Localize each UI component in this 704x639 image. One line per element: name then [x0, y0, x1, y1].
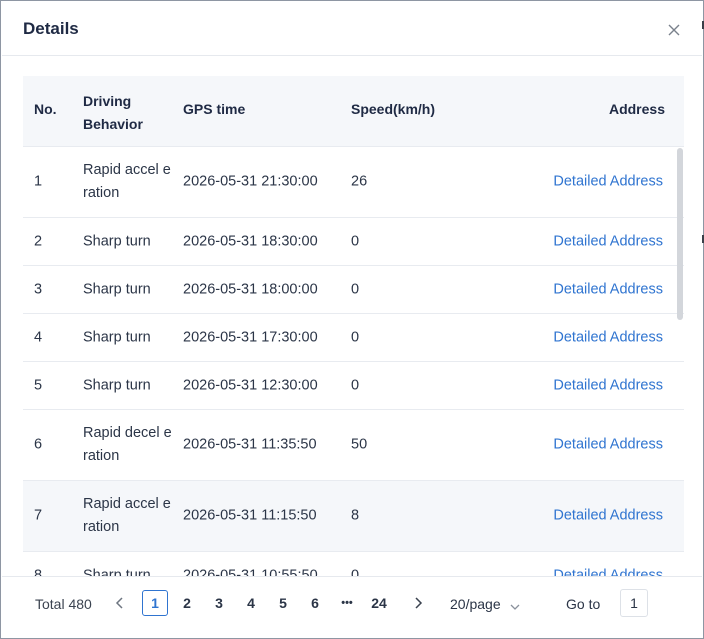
column-header-no: No.: [34, 101, 57, 117]
detailed-address-link[interactable]: Detailed Address: [553, 434, 663, 457]
cell-gps-time: 2026-05-31 10:55:50: [183, 567, 318, 576]
window-frame: Details No. Driving Behavior GPS time Sp…: [0, 0, 704, 639]
page-button-4[interactable]: 4: [238, 590, 264, 616]
column-header-address: Address: [608, 101, 665, 117]
table-row: 7 Rapid accel eration 2026-05-31 11:15:5…: [23, 481, 684, 552]
cell-speed: 0: [351, 329, 360, 345]
total-count: Total 480: [35, 596, 92, 612]
table-row: 8 Sharp turn 2026-05-31 10:55:50 0 Detai…: [23, 552, 684, 576]
detailed-address-link[interactable]: Detailed Address: [553, 374, 663, 397]
details-dialog: Details No. Driving Behavior GPS time Sp…: [2, 2, 702, 638]
cell-behavior: Sharp turn: [83, 281, 151, 297]
column-header-gps-time: GPS time: [183, 101, 246, 117]
chevron-left-icon[interactable]: [111, 594, 129, 612]
cell-behavior: Rapid accel eration: [83, 162, 171, 201]
detailed-address-link[interactable]: Detailed Address: [553, 564, 663, 576]
cell-no: 5: [34, 377, 43, 393]
cell-gps-time: 2026-05-31 18:00:00: [183, 281, 318, 297]
close-icon[interactable]: [666, 22, 682, 38]
detailed-address-link[interactable]: Detailed Address: [553, 230, 663, 253]
detailed-address-link[interactable]: Detailed Address: [553, 278, 663, 301]
detailed-address-link[interactable]: Detailed Address: [553, 171, 663, 194]
cell-gps-time: 2026-05-31 12:30:00: [183, 377, 318, 393]
cell-gps-time: 2026-05-31 11:35:50: [183, 436, 317, 453]
chevron-right-icon[interactable]: [409, 594, 427, 612]
table-scrollbar[interactable]: [677, 148, 683, 576]
page-button-24[interactable]: 24: [366, 590, 392, 616]
cell-gps-time: 2026-05-31 21:30:00: [183, 173, 318, 190]
cell-behavior: Sharp turn: [83, 329, 151, 345]
cell-no: 1: [34, 173, 43, 190]
dialog-title: Details: [23, 19, 79, 38]
page-size-select[interactable]: 20/page: [450, 596, 501, 612]
page-button-2[interactable]: 2: [174, 590, 200, 616]
cell-no: 7: [34, 507, 43, 524]
page-button-3[interactable]: 3: [206, 590, 232, 616]
cell-gps-time: 2026-05-31 18:30:00: [183, 233, 318, 249]
column-header-behavior: Driving Behavior: [83, 93, 143, 132]
cell-speed: 0: [351, 281, 360, 297]
table-header: No. Driving Behavior GPS time Speed(km/h…: [23, 76, 684, 147]
cell-speed: 50: [351, 436, 368, 453]
page-ellipsis[interactable]: •••: [334, 590, 360, 616]
table-body: 1 Rapid accel eration 2026-05-31 21:30:0…: [23, 147, 684, 576]
cell-gps-time: 2026-05-31 11:15:50: [183, 507, 317, 524]
cell-behavior: Sharp turn: [83, 233, 151, 249]
pagination-bar: Total 480 1 2 3 4 5 6 ••• 24 20/page Go …: [2, 576, 702, 638]
table-row: 5 Sharp turn 2026-05-31 12:30:00 0 Detai…: [23, 362, 684, 410]
cell-no: 3: [34, 281, 43, 297]
scrollbar-thumb[interactable]: [677, 148, 683, 320]
detailed-address-link[interactable]: Detailed Address: [553, 326, 663, 349]
cell-behavior: Sharp turn: [83, 567, 151, 576]
cell-behavior: Rapid decel eration: [83, 425, 172, 464]
goto-page-input[interactable]: [620, 589, 648, 617]
table-row: 3 Sharp turn 2026-05-31 18:00:00 0 Detai…: [23, 266, 684, 314]
chevron-down-icon[interactable]: [510, 599, 520, 610]
cell-speed: 8: [351, 507, 360, 524]
table-row: 6 Rapid decel eration 2026-05-31 11:35:5…: [23, 410, 684, 481]
cell-behavior: Rapid accel eration: [83, 496, 171, 535]
cell-no: 2: [34, 233, 43, 249]
table-row: 4 Sharp turn 2026-05-31 17:30:00 0 Detai…: [23, 314, 684, 362]
column-header-speed: Speed(km/h): [351, 101, 436, 117]
cell-no: 8: [34, 567, 43, 576]
cell-no: 6: [34, 436, 43, 453]
cell-speed: 0: [351, 567, 360, 576]
goto-label: Go to: [566, 596, 601, 612]
page-button-5[interactable]: 5: [270, 590, 296, 616]
table-row: 2 Sharp turn 2026-05-31 18:30:00 0 Detai…: [23, 218, 684, 266]
cell-speed: 26: [351, 173, 368, 190]
page-button-6[interactable]: 6: [302, 590, 328, 616]
cell-speed: 0: [351, 233, 360, 249]
details-table: No. Driving Behavior GPS time Speed(km/h…: [23, 76, 684, 576]
cell-behavior: Sharp turn: [83, 377, 151, 393]
dialog-header: Details: [2, 2, 702, 56]
cell-speed: 0: [351, 377, 360, 393]
table-row: 1 Rapid accel eration 2026-05-31 21:30:0…: [23, 147, 684, 218]
detailed-address-link[interactable]: Detailed Address: [553, 505, 663, 528]
page-button-1[interactable]: 1: [142, 590, 168, 616]
cell-gps-time: 2026-05-31 17:30:00: [183, 329, 318, 345]
cell-no: 4: [34, 329, 43, 345]
